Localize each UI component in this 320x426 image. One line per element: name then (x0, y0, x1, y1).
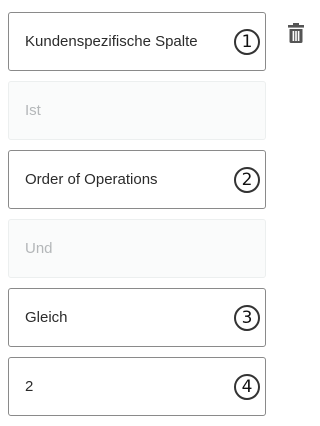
trash-icon[interactable] (286, 22, 306, 44)
operator-is-label: Ist (25, 102, 41, 119)
custom-column-select[interactable]: Order of Operations 2 (8, 150, 266, 209)
annotation-marker-2: 2 (234, 166, 260, 193)
column-select-value: Kundenspezifische Spalte (25, 33, 198, 50)
comparison-operator-value: Gleich (25, 309, 68, 326)
value-input-value: 2 (25, 378, 34, 395)
custom-column-select-value: Order of Operations (25, 171, 158, 188)
filter-condition-editor: Kundenspezifische Spalte 1 Ist Order of … (0, 0, 313, 426)
column-select[interactable]: Kundenspezifische Spalte 1 (8, 12, 266, 71)
comparison-operator-select[interactable]: Gleich 3 (8, 288, 266, 347)
annotation-marker-1: 1 (234, 28, 260, 55)
annotation-marker-3: 3 (234, 304, 260, 331)
annotation-marker-4: 4 (234, 373, 260, 400)
operator-and-field: Und (8, 219, 266, 278)
operator-and-label: Und (25, 240, 53, 257)
value-input[interactable]: 2 4 (8, 357, 266, 416)
operator-is-field: Ist (8, 81, 266, 140)
